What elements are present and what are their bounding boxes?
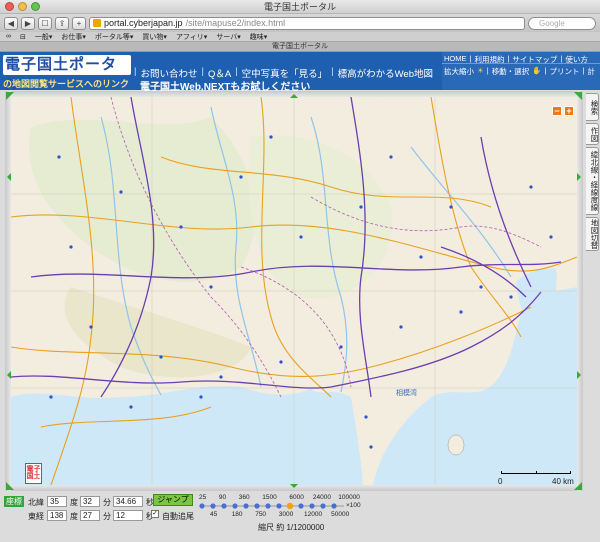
pan-west-arrow-icon[interactable] (3, 173, 11, 181)
latitude-degree-input[interactable]: 35 (47, 496, 67, 507)
bookmark-item[interactable]: ⊟ (20, 33, 26, 41)
coordinate-button[interactable]: 座標 (4, 496, 24, 507)
side-tabs: 検索 作図 緯北線・経線度線 地図切替 (585, 93, 600, 253)
longitude-minute-input[interactable]: 27 (80, 510, 100, 521)
scale-start-label: 0 (498, 477, 503, 485)
page-header: 電子国土ポータル の地図閲覧サービスへのリンク | お問い合わせ | Q＆A |… (0, 52, 600, 93)
zoom-level-labels-bottom: 45 180 750 3000 12000 50000 (210, 511, 350, 518)
degree-unit: 度 (70, 498, 78, 507)
add-bookmark-button[interactable]: + (72, 16, 86, 30)
sea-area (11, 385, 363, 485)
hand-icon: ✋ (532, 66, 542, 75)
zoom-window-button[interactable] (31, 2, 40, 11)
tab-grid-lines[interactable]: 緯北線・経線度線 (586, 147, 599, 215)
longitude-second-input[interactable]: 12 (113, 510, 143, 521)
jump-button[interactable]: ジャンプ (153, 494, 193, 506)
url-host: portal.cyberjapan.jp (104, 17, 183, 28)
pan-east-arrow-icon[interactable] (577, 371, 585, 379)
bookmark-item[interactable]: 趣味▾ (250, 32, 268, 42)
zoom-out-button[interactable]: − (552, 106, 562, 116)
nav-measure[interactable]: 計 (587, 66, 595, 77)
tab-draw[interactable]: 作図 (586, 123, 599, 145)
minimize-window-button[interactable] (18, 2, 27, 11)
pan-west-arrow-icon[interactable] (3, 371, 11, 379)
auto-follow-checkbox[interactable]: ✓ (151, 510, 159, 518)
window-controls (5, 2, 40, 11)
pan-east-edge[interactable] (577, 91, 583, 491)
bookmark-item[interactable]: サーバ▾ (216, 32, 240, 42)
denshi-kokudo-logo: 電子国土 (25, 463, 42, 484)
zoom-in-button[interactable]: + (564, 106, 574, 116)
longitude-label: 東経 (28, 512, 44, 521)
search-field[interactable]: Google (528, 16, 596, 30)
minute-unit: 分 (103, 498, 111, 507)
zoom-level-labels-top: 25 90 360 1500 6000 24000 100000 (199, 494, 360, 501)
coordinate-controls: 座標 北緯 35 度 32 分 34.66 秒 東経 138 度 27 分 12… (0, 491, 600, 542)
scale-bar: 0 40 km (498, 469, 577, 485)
bookmark-item[interactable]: 一般▾ (35, 32, 53, 42)
island (447, 434, 465, 456)
share-button[interactable]: ⇪ (55, 16, 69, 30)
close-window-button[interactable] (5, 2, 14, 11)
pan-southeast-arrow-icon[interactable] (574, 482, 582, 490)
map-zoom-buttons: − + (552, 106, 574, 116)
window-titlebar: 電子国土ポータル (0, 0, 600, 14)
reader-button[interactable]: ☐ (38, 16, 52, 30)
bookmark-item[interactable]: アフィリ▾ (176, 32, 207, 42)
zoom-level-slider[interactable] (198, 501, 354, 511)
scale-readout: 縮尺 約 1/1200000 (258, 523, 325, 532)
bookmark-item[interactable]: お仕事▾ (61, 32, 86, 42)
scale-end-label: 40 km (552, 477, 574, 485)
sun-icon: ☀ (477, 66, 484, 75)
tab-search[interactable]: 検索 (586, 93, 599, 121)
map-frame: 相模湾 − + 電子国土 0 40 km (5, 91, 583, 491)
pan-east-arrow-icon[interactable] (577, 173, 585, 181)
map-canvas[interactable]: 相模湾 − + 電子国土 0 40 km (11, 97, 577, 485)
zoom-level-current-marker[interactable] (286, 502, 294, 510)
longitude-degree-input[interactable]: 138 (47, 510, 67, 521)
nav-zoom[interactable]: 拡大縮小 (444, 66, 474, 77)
back-button[interactable]: ◀ (4, 16, 18, 30)
latitude-second-input[interactable]: 34.66 (113, 496, 143, 507)
sea-label: 相模湾 (396, 388, 417, 397)
auto-follow-label: 自動追尾 (162, 512, 194, 521)
window-title: 電子国土ポータル (263, 2, 336, 12)
browser-toolbar: ◀ ▶ ☐ ⇪ + portal.cyberjapan.jp/site/mapu… (0, 14, 600, 32)
address-bar[interactable]: portal.cyberjapan.jp/site/mapuse2/index.… (89, 16, 525, 30)
link-elevation-map[interactable]: 標高がわかるWeb地図 (338, 66, 433, 80)
bookmarks-bar: ∞ ⊟ 一般▾ お仕事▾ ポータル等▾ 買い物▾ アフィリ▾ サーバ▾ 趣味▾ (0, 32, 600, 42)
forward-button[interactable]: ▶ (21, 16, 35, 30)
zoom-unit-label: ×100 (346, 502, 361, 509)
tab-bar[interactable]: 電子国土ポータル (0, 42, 600, 52)
favicon-icon (93, 19, 101, 27)
nav-print[interactable]: プリント (549, 66, 579, 77)
url-path: /site/mapuse2/index.html (185, 17, 286, 28)
pan-north-arrow-icon[interactable] (290, 90, 298, 98)
latitude-label: 北緯 (28, 498, 44, 507)
bookmark-item[interactable]: ポータル等▾ (95, 32, 134, 42)
pan-northwest-arrow-icon[interactable] (6, 92, 14, 100)
tab-map-switch[interactable]: 地図切替 (586, 217, 599, 251)
nav-menu: HOME | 利用規約 | サイトマップ | 使い方 拡大縮小 ☀ | 移動・選択 ✋ | プ… (442, 52, 600, 90)
nav-move-select[interactable]: 移動・選択 (492, 66, 530, 77)
tab-title: 電子国土ポータル (272, 43, 328, 50)
site-logo[interactable]: 電子国土ポータル (3, 55, 131, 93)
bookmark-item[interactable]: 買い物▾ (142, 32, 167, 42)
latitude-minute-input[interactable]: 32 (80, 496, 100, 507)
browser-window: 電子国土ポータル ◀ ▶ ☐ ⇪ + portal.cyberjapan.jp /… (0, 0, 600, 542)
map-graphic: 相模湾 (11, 97, 577, 485)
minute-unit: 分 (103, 512, 111, 521)
service-link[interactable]: の地図閲覧サービスへのリンク (3, 77, 129, 90)
pan-southwest-arrow-icon[interactable] (6, 482, 14, 490)
pan-northeast-arrow-icon[interactable] (574, 92, 582, 100)
bookmark-item[interactable]: ∞ (6, 33, 11, 40)
degree-unit: 度 (70, 512, 78, 521)
